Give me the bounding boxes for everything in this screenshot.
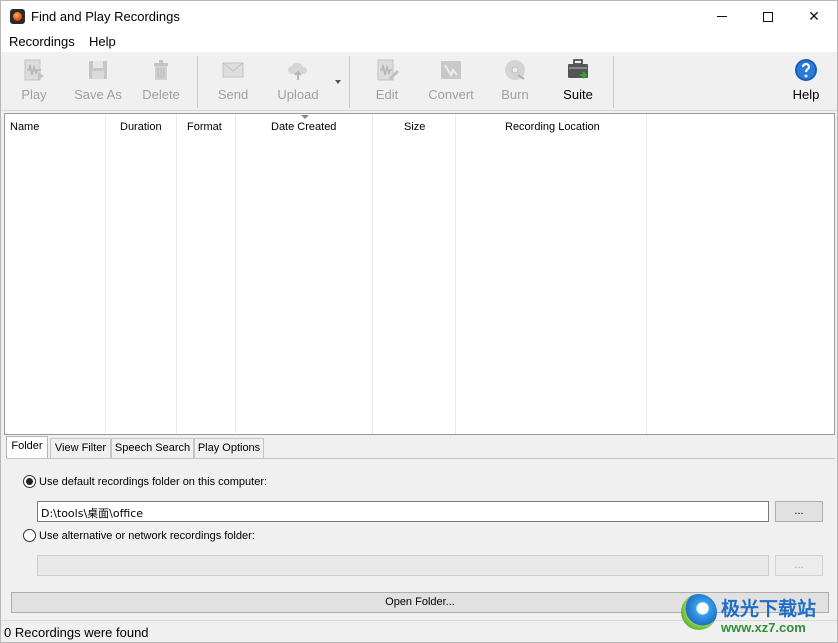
column-recording-location[interactable]: Recording Location	[456, 114, 647, 434]
toolbar-separator	[197, 56, 198, 108]
toolbar-separator	[349, 56, 350, 108]
column-header-duration[interactable]: Duration	[120, 121, 162, 133]
close-icon: ✕	[808, 8, 820, 24]
help-question-icon	[795, 59, 817, 81]
suite-briefcase-icon	[568, 59, 588, 79]
burn-label: Burn	[501, 87, 529, 102]
minimize-icon	[717, 16, 727, 17]
convert-button[interactable]: Convert	[426, 58, 476, 106]
column-header-date-created[interactable]: Date Created	[271, 121, 336, 133]
watermark-url: www.xz7.com	[721, 620, 806, 635]
tab-view-filter[interactable]: View Filter	[50, 438, 111, 458]
default-folder-path-field[interactable]: D:\tools\桌面\office	[37, 501, 769, 522]
app-record-icon	[10, 9, 25, 24]
minimize-button[interactable]	[699, 1, 745, 32]
alternative-folder-label[interactable]: Use alternative or network recordings fo…	[39, 530, 255, 542]
edit-label: Edit	[375, 87, 399, 102]
convert-icon	[441, 61, 461, 79]
tab-folder[interactable]: Folder	[6, 436, 48, 459]
alternative-folder-radio[interactable]	[23, 529, 36, 542]
column-header-name[interactable]: Name	[10, 121, 39, 133]
column-duration[interactable]: Duration	[106, 114, 177, 434]
title-bar: Find and Play Recordings ✕	[1, 1, 837, 32]
column-header-recording-location[interactable]: Recording Location	[505, 121, 600, 133]
burn-button[interactable]: Burn	[498, 58, 532, 106]
save-as-button[interactable]: Save As	[74, 58, 122, 106]
column-header-size[interactable]: Size	[404, 121, 425, 133]
menu-help[interactable]: Help	[89, 34, 116, 49]
toolbar: Play Save As Delete Send Upload Edit Con…	[1, 52, 837, 111]
play-button[interactable]: Play	[15, 58, 53, 106]
trash-can-icon	[154, 60, 168, 80]
delete-label: Delete	[142, 87, 180, 102]
column-name[interactable]: Name	[5, 114, 106, 434]
help-label: Help	[792, 87, 820, 102]
play-waveform-icon	[24, 59, 44, 81]
disc-burn-icon	[505, 60, 525, 80]
cloud-upload-icon	[288, 62, 308, 80]
menu-bar: Recordings Help	[1, 32, 837, 52]
upload-button[interactable]: Upload	[274, 58, 322, 106]
floppy-disk-icon	[89, 61, 107, 79]
maximize-button[interactable]	[745, 1, 791, 32]
suite-button[interactable]: Suite	[561, 58, 595, 106]
default-folder-radio[interactable]	[23, 475, 36, 488]
convert-label: Convert	[428, 87, 474, 102]
suite-label: Suite	[563, 87, 593, 102]
column-date-created[interactable]: Date Created	[236, 114, 373, 434]
sort-descending-icon	[301, 115, 309, 119]
edit-button[interactable]: Edit	[368, 58, 406, 106]
watermark: 极光下载站 www.xz7.com	[677, 592, 835, 640]
envelope-icon	[222, 62, 244, 78]
send-label: Send	[217, 87, 249, 102]
play-label: Play	[21, 87, 47, 102]
menu-recordings[interactable]: Recordings	[9, 34, 75, 49]
help-button[interactable]: Help	[789, 58, 823, 106]
alternative-folder-browse-button[interactable]: ...	[775, 555, 823, 576]
column-size[interactable]: Size	[373, 114, 456, 434]
status-text: 0 Recordings were found	[4, 625, 149, 640]
default-folder-browse-button[interactable]: ...	[775, 501, 823, 522]
column-header-format[interactable]: Format	[187, 121, 222, 133]
watermark-text: 极光下载站	[721, 598, 817, 620]
app-window: Find and Play Recordings ✕ Recordings He…	[0, 0, 838, 643]
send-button[interactable]: Send	[215, 58, 251, 106]
watermark-logo-icon	[681, 594, 717, 630]
close-button[interactable]: ✕	[791, 1, 837, 32]
options-tabs: Folder View Filter Speech Search Play Op…	[6, 436, 836, 459]
tab-play-options[interactable]: Play Options	[194, 438, 264, 458]
upload-dropdown-arrow-icon[interactable]	[335, 80, 341, 84]
default-folder-label[interactable]: Use default recordings folder on this co…	[39, 476, 267, 488]
window-title: Find and Play Recordings	[31, 9, 180, 24]
tab-speech-search[interactable]: Speech Search	[111, 438, 194, 458]
save-as-label: Save As	[74, 87, 122, 102]
maximize-icon	[763, 11, 773, 22]
alternative-folder-path-field[interactable]	[37, 555, 769, 576]
delete-button[interactable]: Delete	[141, 58, 181, 106]
column-format[interactable]: Format	[177, 114, 236, 434]
edit-waveform-icon	[377, 59, 399, 81]
toolbar-separator	[613, 56, 614, 108]
upload-label: Upload	[277, 87, 319, 102]
recordings-list[interactable]: Name Duration Format Date Created Size R…	[4, 113, 835, 435]
